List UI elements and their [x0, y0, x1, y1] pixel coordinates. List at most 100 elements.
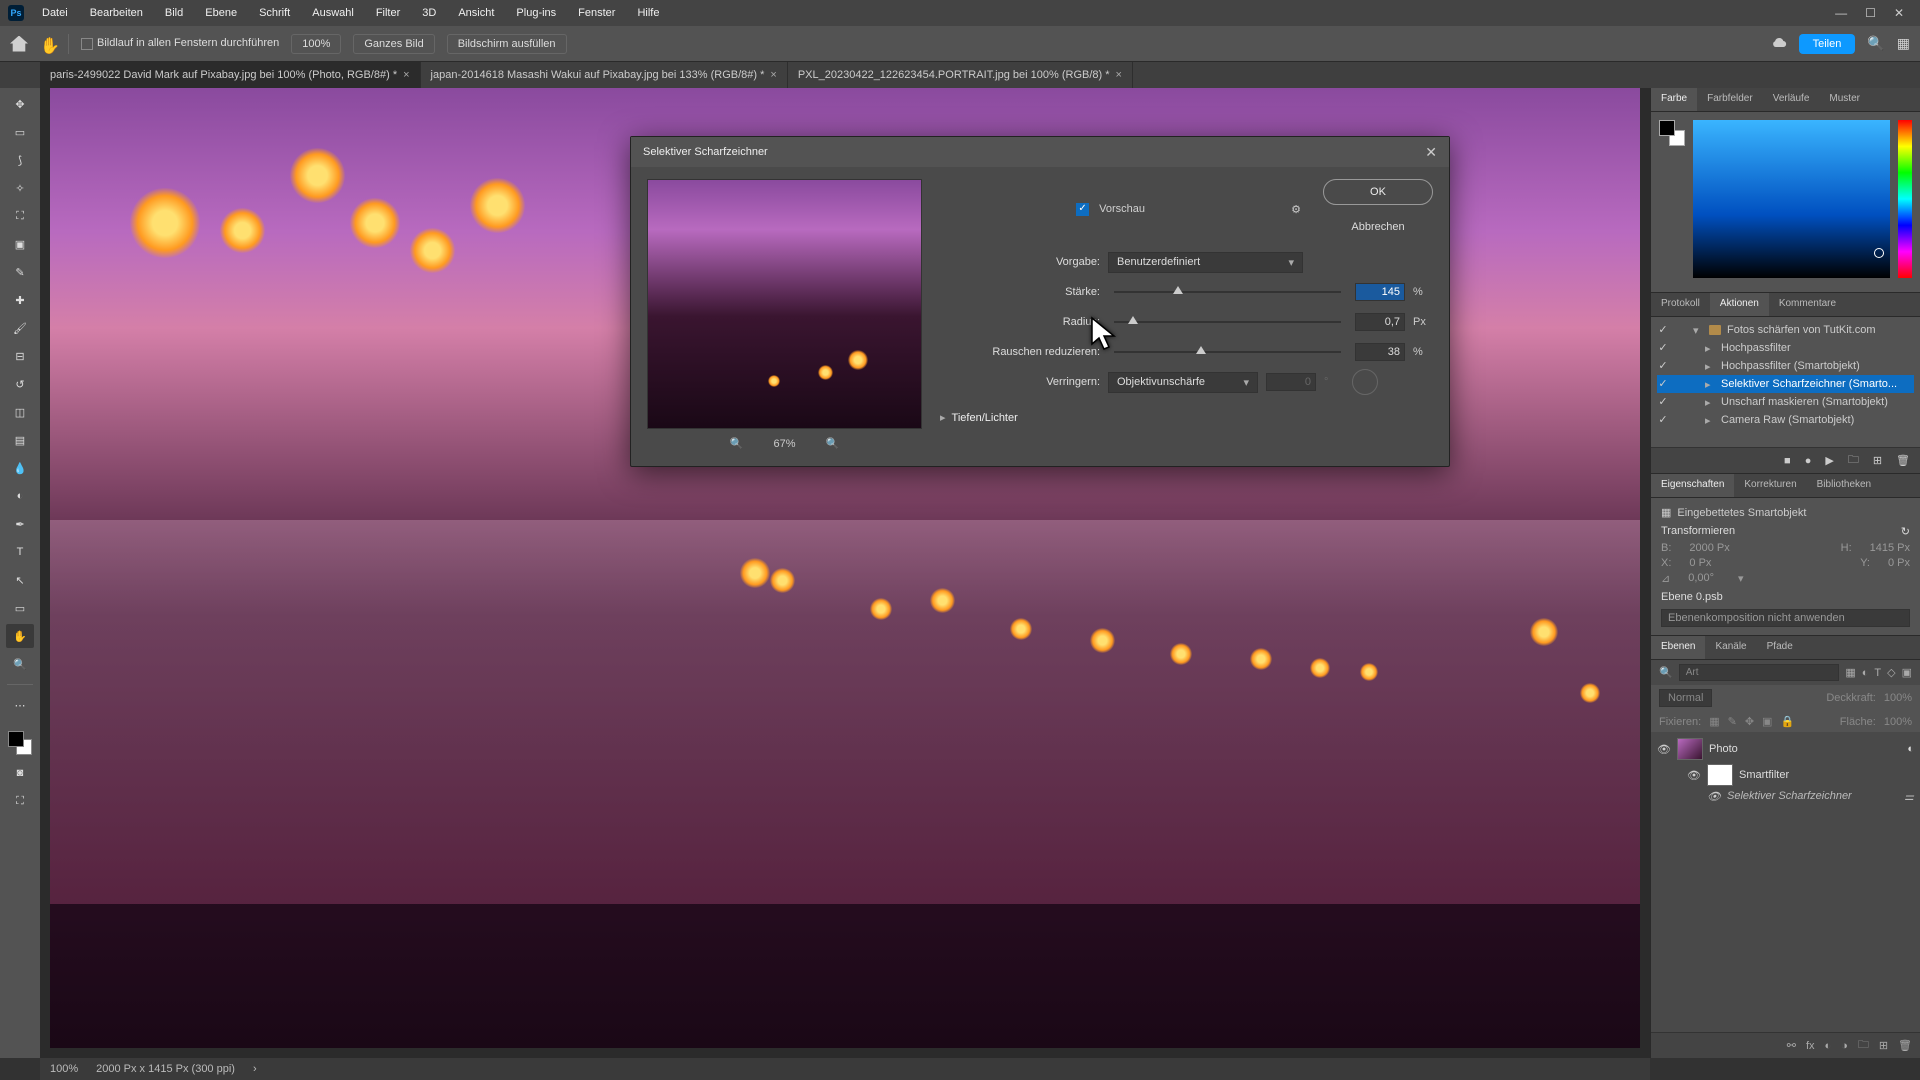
status-zoom[interactable]: 100%: [50, 1063, 78, 1075]
dialog-titlebar[interactable]: Selektiver Scharfzeichner ✕: [631, 137, 1449, 167]
close-icon[interactable]: ×: [1116, 69, 1122, 81]
menu-image[interactable]: Bild: [155, 3, 193, 23]
preset-dropdown[interactable]: Benutzerdefiniert▾: [1108, 252, 1303, 273]
brush-tool[interactable]: 🖌: [6, 316, 34, 340]
close-icon[interactable]: ✕: [1425, 144, 1437, 161]
wand-tool[interactable]: ✧: [6, 176, 34, 200]
edit-toolbar[interactable]: ⋯: [6, 693, 34, 717]
filter-mask-thumbnail[interactable]: [1707, 764, 1733, 786]
noise-input[interactable]: 38: [1355, 343, 1405, 361]
radius-input[interactable]: 0,7: [1355, 313, 1405, 331]
tab-swatches[interactable]: Farbfelder: [1697, 88, 1763, 111]
menu-file[interactable]: Datei: [32, 3, 78, 23]
menu-edit[interactable]: Bearbeiten: [80, 3, 153, 23]
eyedropper-tool[interactable]: ✎: [6, 260, 34, 284]
status-dimensions[interactable]: 2000 Px x 1415 Px (300 ppi): [96, 1063, 235, 1075]
blur-tool[interactable]: 💧: [6, 456, 34, 480]
tab-paths[interactable]: Pfade: [1757, 636, 1803, 659]
lock-all-icon[interactable]: ▦: [1709, 715, 1719, 728]
stamp-tool[interactable]: ⊟: [6, 344, 34, 368]
fill-screen-button[interactable]: Bildschirm ausfüllen: [447, 34, 567, 54]
menu-filter[interactable]: Filter: [366, 3, 410, 23]
window-close[interactable]: ✕: [1894, 6, 1904, 20]
tab-channels[interactable]: Kanäle: [1705, 636, 1756, 659]
amount-input[interactable]: 145: [1355, 283, 1405, 301]
tab-layers[interactable]: Ebenen: [1651, 636, 1705, 659]
window-minimize[interactable]: —: [1835, 6, 1847, 20]
lock-position-icon[interactable]: ✥: [1745, 715, 1754, 728]
opacity-value[interactable]: 100%: [1884, 692, 1912, 704]
filter-smart-icon[interactable]: ▣: [1902, 666, 1912, 679]
play-icon[interactable]: ▶: [1825, 454, 1833, 467]
share-button[interactable]: Teilen: [1799, 34, 1856, 54]
cloud-icon[interactable]: [1771, 36, 1787, 52]
lock-artboard-icon[interactable]: ▣: [1762, 715, 1772, 728]
quickmask-tool[interactable]: ◙: [6, 761, 34, 785]
workspace-icon[interactable]: ▦: [1897, 35, 1910, 52]
visibility-icon[interactable]: 👁: [1687, 769, 1701, 782]
action-folder[interactable]: ✓▾Fotos schärfen von TutKit.com: [1657, 321, 1914, 339]
hue-slider[interactable]: [1898, 120, 1912, 278]
filter-entry[interactable]: 👁 Selektiver Scharfzeichner ⚌: [1651, 786, 1920, 806]
search-icon[interactable]: 🔍: [1659, 666, 1673, 679]
filter-image-icon[interactable]: ▦: [1845, 666, 1855, 679]
action-item[interactable]: ✓▸Camera Raw (Smartobjekt): [1657, 411, 1914, 429]
move-tool[interactable]: ✥: [6, 92, 34, 116]
preview-checkbox[interactable]: ✓: [1076, 203, 1089, 216]
dodge-tool[interactable]: ◐: [6, 484, 34, 508]
layer-row[interactable]: 👁 Photo ◐: [1651, 734, 1920, 764]
tab-history[interactable]: Protokoll: [1651, 293, 1710, 316]
preview-zoom-value[interactable]: 67%: [773, 438, 795, 450]
zoom-in-icon[interactable]: 🔍: [826, 437, 840, 450]
shape-tool[interactable]: ▭: [6, 596, 34, 620]
color-swatch[interactable]: [6, 729, 34, 757]
width-value[interactable]: 2000 Px: [1689, 542, 1729, 554]
doc-tab-2[interactable]: japan-2014618 Masashi Wakui auf Pixabay.…: [421, 62, 788, 88]
hand-tool[interactable]: ✋: [6, 624, 34, 648]
trash-icon[interactable]: 🗑: [1898, 1039, 1912, 1052]
layer-comp-dropdown[interactable]: Ebenenkomposition nicht anwenden: [1661, 609, 1910, 627]
zoom-100-button[interactable]: 100%: [291, 34, 341, 54]
tab-comments[interactable]: Kommentare: [1769, 293, 1846, 316]
hand-tool-icon[interactable]: ✋: [40, 36, 56, 52]
menu-window[interactable]: Fenster: [568, 3, 625, 23]
heal-tool[interactable]: ✚: [6, 288, 34, 312]
fit-screen-button[interactable]: Ganzes Bild: [353, 34, 434, 54]
color-picker[interactable]: [1693, 120, 1890, 278]
remove-dropdown[interactable]: Objektivunschärfe▾: [1108, 372, 1258, 393]
filter-options-icon[interactable]: ⚌: [1904, 790, 1914, 803]
tab-properties[interactable]: Eigenschaften: [1651, 474, 1734, 497]
record-icon[interactable]: ●: [1805, 455, 1812, 467]
menu-view[interactable]: Ansicht: [448, 3, 504, 23]
adjustment-icon[interactable]: ◑: [1841, 1040, 1848, 1052]
layer-thumbnail[interactable]: [1677, 738, 1703, 760]
new-folder-icon[interactable]: 🗀: [1848, 451, 1859, 470]
group-icon[interactable]: 🗀: [1858, 1036, 1869, 1055]
y-value[interactable]: 0 Px: [1888, 557, 1910, 569]
eraser-tool[interactable]: ◫: [6, 400, 34, 424]
path-tool[interactable]: ↖: [6, 568, 34, 592]
crop-tool[interactable]: ⛶: [6, 204, 34, 228]
gradient-tool[interactable]: ▤: [6, 428, 34, 452]
x-value[interactable]: 0 Px: [1689, 557, 1711, 569]
trash-icon[interactable]: 🗑: [1896, 454, 1910, 467]
menu-help[interactable]: Hilfe: [627, 3, 669, 23]
zoom-tool[interactable]: 🔍: [6, 652, 34, 676]
shadows-highlights-section[interactable]: ▸Tiefen/Lichter: [940, 411, 1433, 424]
action-item[interactable]: ✓▸Unscharf maskieren (Smartobjekt): [1657, 393, 1914, 411]
angle-value[interactable]: 0,00°: [1688, 572, 1714, 585]
tab-libraries[interactable]: Bibliotheken: [1807, 474, 1881, 497]
search-icon[interactable]: 🔍: [1867, 35, 1884, 52]
menu-3d[interactable]: 3D: [412, 3, 446, 23]
blend-mode-dropdown[interactable]: Normal: [1659, 689, 1712, 707]
tab-actions[interactable]: Aktionen: [1710, 293, 1769, 316]
height-value[interactable]: 1415 Px: [1870, 542, 1910, 554]
noise-slider[interactable]: [1114, 351, 1341, 353]
fx-icon[interactable]: fx: [1806, 1040, 1815, 1052]
home-icon[interactable]: [10, 36, 28, 52]
new-layer-icon[interactable]: ⊞: [1879, 1039, 1888, 1052]
preview-image[interactable]: [647, 179, 922, 429]
scroll-all-option[interactable]: Bildlauf in allen Fenstern durchführen: [81, 37, 279, 49]
lock-icon[interactable]: 🔒: [1780, 715, 1794, 728]
chevron-right-icon[interactable]: ›: [253, 1063, 257, 1075]
